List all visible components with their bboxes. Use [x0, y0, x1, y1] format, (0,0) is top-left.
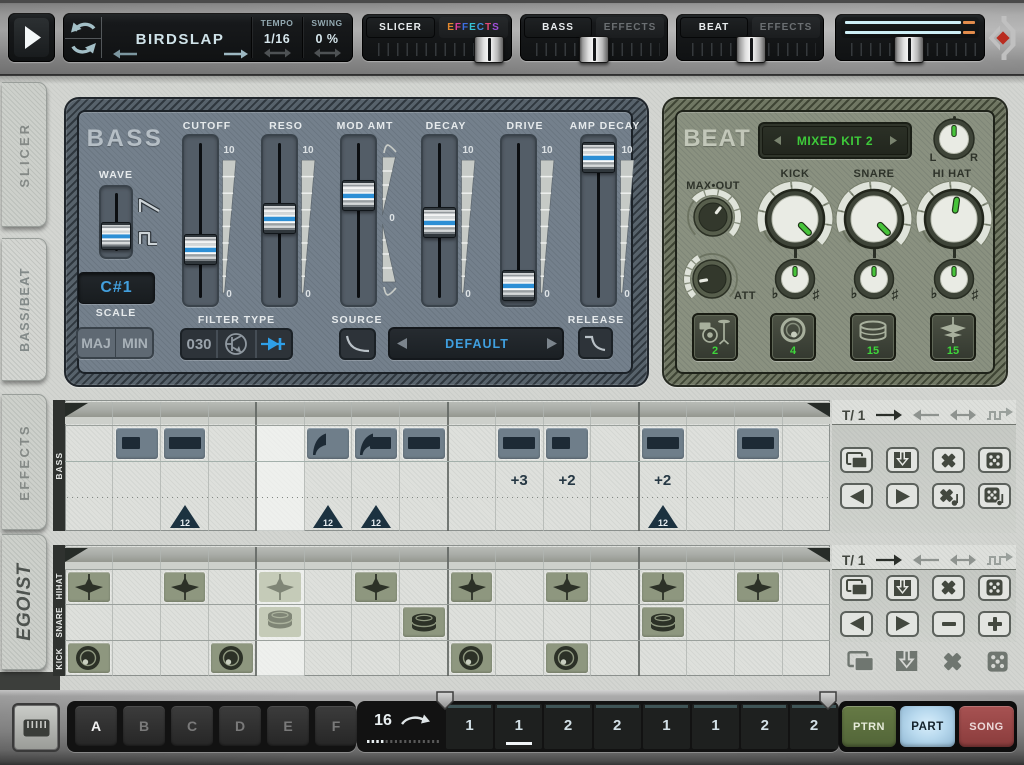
svg-text:12: 12 [323, 518, 333, 528]
svg-text:12: 12 [371, 518, 381, 528]
svg-text:12: 12 [658, 518, 668, 528]
svg-text:12: 12 [180, 518, 190, 528]
